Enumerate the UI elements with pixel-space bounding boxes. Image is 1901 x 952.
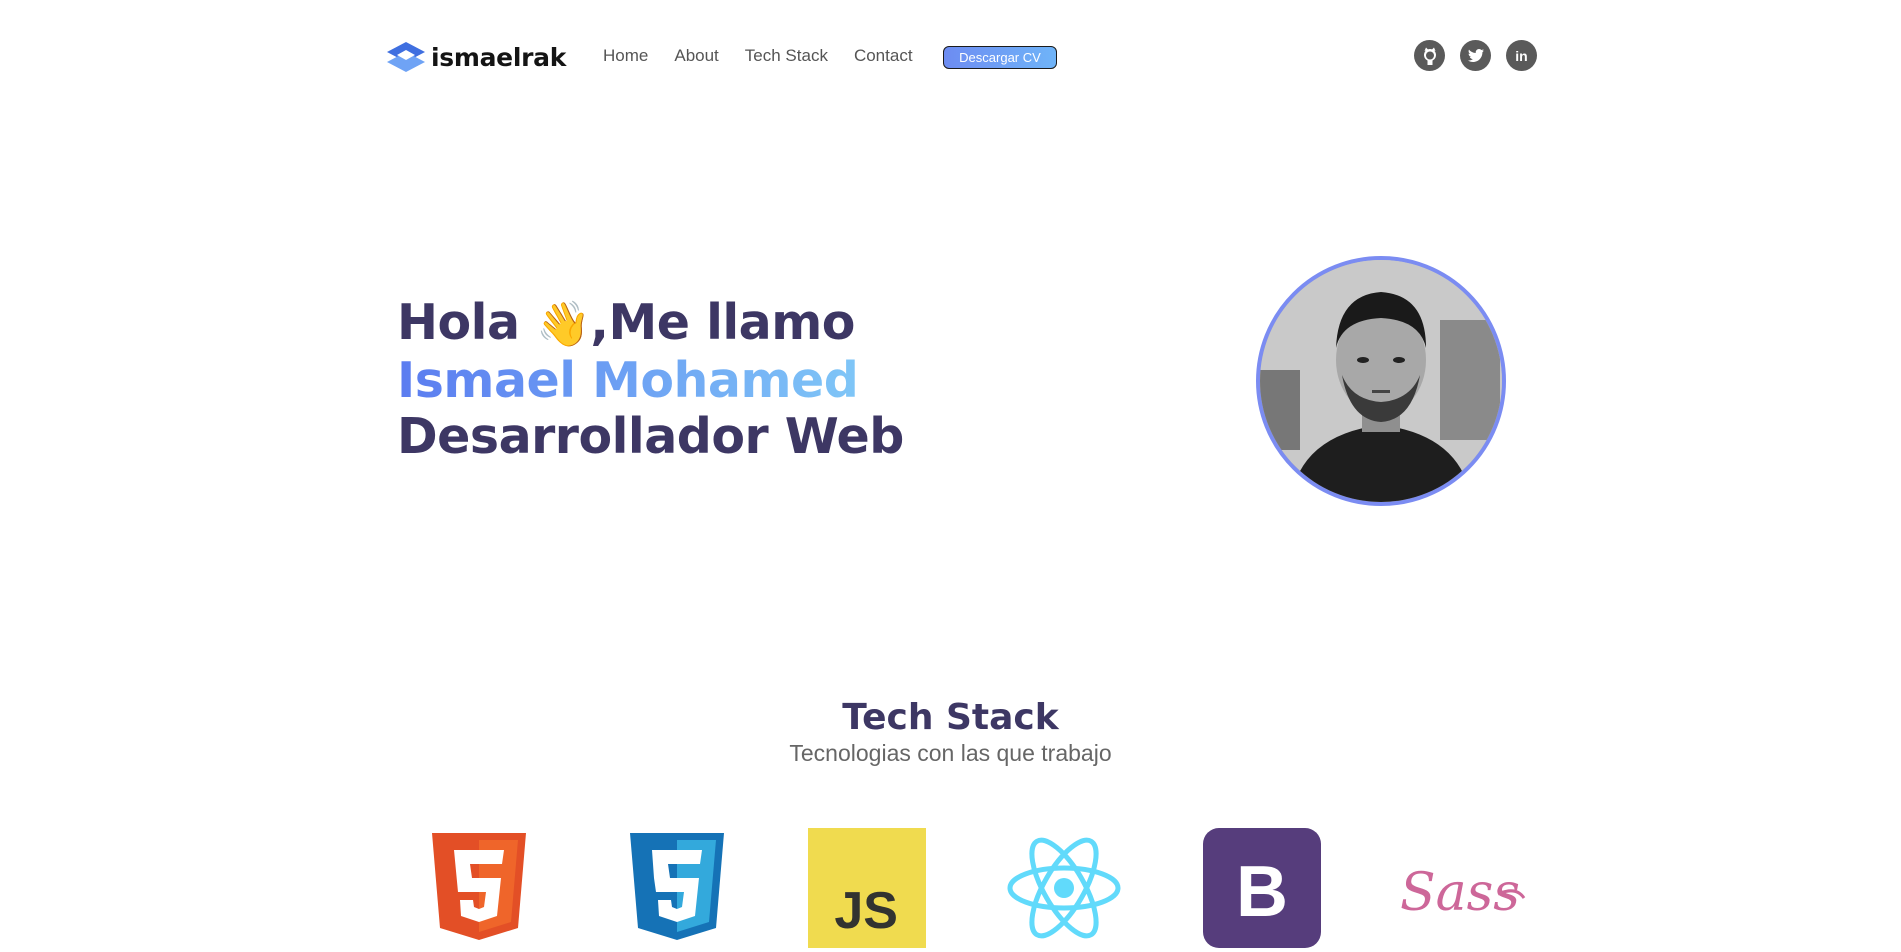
nav-contact[interactable]: Contact [854, 46, 913, 66]
hero-role: Desarrollador Web [397, 408, 904, 465]
github-icon [1423, 47, 1436, 65]
sass-icon: Sass [1400, 863, 1526, 923]
react-icon [1007, 837, 1121, 939]
tech-item-react [1005, 828, 1123, 948]
linkedin-icon: in [1515, 47, 1528, 64]
css3-icon [630, 833, 724, 940]
twitter-link[interactable] [1460, 40, 1491, 71]
html5-icon [432, 833, 526, 940]
download-cv-button[interactable]: Descargar CV [943, 46, 1057, 69]
hero-name: Ismael Mohamed [397, 352, 859, 409]
tech-item-css3 [618, 828, 736, 948]
hero-heading: Hola 👋,Me llamo Ismael Mohamed Desarroll… [397, 295, 904, 465]
social-links: in [1414, 40, 1552, 71]
github-link[interactable] [1414, 40, 1445, 71]
javascript-label: JS [834, 882, 898, 940]
bootstrap-icon: B [1203, 828, 1321, 948]
javascript-icon: JS [808, 828, 926, 948]
bootstrap-label: B [1236, 852, 1288, 932]
profile-photo [1256, 256, 1506, 506]
twitter-icon [1467, 48, 1484, 62]
waving-hand-icon: 👋 [536, 299, 591, 350]
nav-home[interactable]: Home [603, 46, 648, 66]
top-navbar: ismaelrak Home About Tech Stack Contact … [0, 0, 1901, 115]
main-nav: Home About Tech Stack Contact [603, 46, 939, 66]
logo-icon [387, 42, 425, 72]
brand-logo[interactable]: ismaelrak [385, 40, 566, 74]
brand-name: ismaelrak [431, 42, 567, 72]
nav-tech-stack[interactable]: Tech Stack [745, 46, 828, 66]
linkedin-link[interactable]: in [1506, 40, 1537, 71]
hero-greeting-line: Hola 👋,Me llamo [397, 295, 904, 353]
tech-stack-title: Tech Stack [842, 697, 1059, 738]
tech-stack-subtitle: Tecnologias con las que trabajo [789, 740, 1112, 766]
nav-about[interactable]: About [674, 46, 718, 66]
tech-item-sass: Sass [1398, 828, 1526, 948]
hero-role-line: Desarrollador Web [397, 409, 904, 465]
tech-item-html5 [420, 828, 538, 948]
avatar-portrait [1260, 260, 1502, 502]
hero-name-line: Ismael Mohamed [397, 353, 904, 409]
hero-greeting: Hola [397, 294, 520, 351]
hero-intro: ,Me llamo [590, 294, 855, 351]
tech-item-javascript: JS [808, 828, 926, 948]
tech-item-bootstrap: B [1203, 828, 1321, 948]
